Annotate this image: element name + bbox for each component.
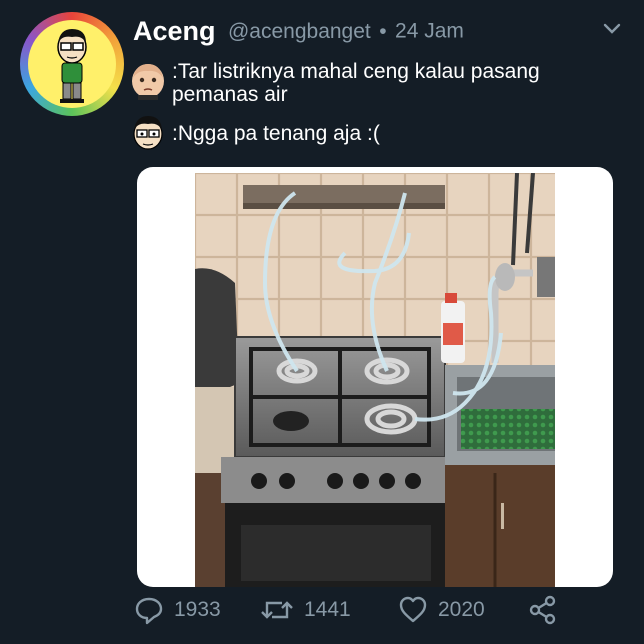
retweet-icon — [261, 601, 293, 619]
reply-count: 1933 — [174, 598, 221, 621]
separator-dot: • — [379, 19, 387, 43]
reply-button[interactable]: 1933 — [134, 594, 221, 626]
tweet-text-line-2: :Ngga pa tenang aja :( — [128, 112, 624, 152]
tweet-timestamp[interactable]: 24 Jam — [395, 20, 464, 43]
heart-icon — [399, 596, 427, 623]
chevron-down-icon[interactable] — [600, 20, 624, 38]
stove-photo — [195, 173, 555, 587]
like-count: 2020 — [438, 598, 485, 621]
user-handle[interactable]: @acengbanget — [228, 20, 371, 43]
profile-avatar[interactable] — [20, 12, 124, 116]
tweet-text: :Tar listriknya mahal ceng kalau pasang … — [172, 60, 540, 106]
tweet-text-line-1: :Tar listriknya mahal ceng kalau pasang … — [128, 60, 624, 106]
like-button[interactable]: 2020 — [398, 594, 485, 626]
share-button[interactable] — [528, 594, 568, 626]
tweet-media[interactable] — [137, 167, 613, 587]
retweet-count: 1441 — [304, 598, 351, 621]
avatar-cartoon-icon — [28, 20, 116, 108]
reply-icon — [135, 597, 163, 625]
share-icon — [529, 595, 556, 625]
aceng-face-icon — [133, 116, 163, 150]
retweet-button[interactable]: 1441 — [260, 594, 351, 626]
tweet-actions: 1933 1441 2020 — [134, 594, 594, 626]
baby-face-icon — [132, 64, 164, 100]
tweet-text: :Ngga pa tenang aja :( — [172, 122, 380, 145]
display-name[interactable]: Aceng — [133, 16, 216, 46]
tweet-header: Aceng @acengbanget • 24 Jam — [133, 16, 624, 48]
